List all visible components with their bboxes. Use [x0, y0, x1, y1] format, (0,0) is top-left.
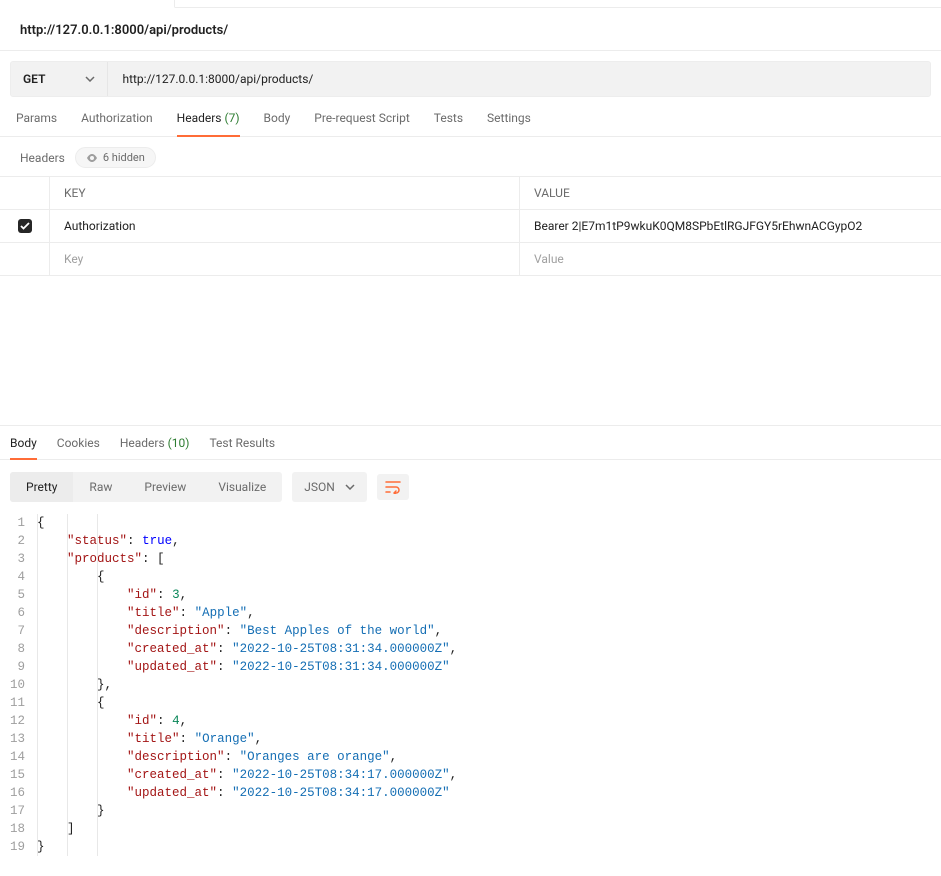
- eye-icon: [86, 154, 98, 162]
- hidden-count-label: 6 hidden: [103, 151, 145, 164]
- table-row-empty: Key Value: [0, 243, 941, 276]
- view-visualize-button[interactable]: Visualize: [202, 472, 282, 502]
- col-value: VALUE: [520, 177, 941, 209]
- url-input[interactable]: http://127.0.0.1:8000/api/products/: [108, 62, 930, 96]
- format-select[interactable]: JSON: [292, 472, 367, 502]
- response-tab-cookies[interactable]: Cookies: [57, 436, 100, 459]
- header-key-input[interactable]: Authorization: [50, 210, 520, 242]
- request-title: http://127.0.0.1:8000/api/products/: [0, 8, 941, 51]
- chevron-down-icon: [85, 76, 95, 82]
- view-raw-button[interactable]: Raw: [73, 472, 128, 502]
- response-headers-label: Headers: [120, 436, 165, 450]
- tab-params[interactable]: Params: [16, 111, 57, 136]
- chevron-down-icon: [345, 484, 355, 490]
- response-tab-test-results[interactable]: Test Results: [209, 436, 275, 459]
- tab-body[interactable]: Body: [264, 111, 291, 136]
- line-gutter: 12345678910111213141516171819: [10, 514, 37, 856]
- tab-headers-count: (7): [224, 111, 239, 125]
- response-body[interactable]: 12345678910111213141516171819 { "status"…: [0, 508, 941, 876]
- hidden-toggle[interactable]: 6 hidden: [75, 147, 156, 168]
- tab-tests[interactable]: Tests: [434, 111, 463, 136]
- table-row: Authorization Bearer 2|E7m1tP9wkuK0QM8SP…: [0, 210, 941, 243]
- format-value: JSON: [304, 480, 335, 494]
- request-body-spacer: [0, 276, 941, 426]
- method-select[interactable]: GET: [11, 62, 108, 96]
- wrap-lines-button[interactable]: [377, 474, 409, 500]
- response-tab-body[interactable]: Body: [10, 436, 37, 460]
- header-value-input[interactable]: Bearer 2|E7m1tP9wkuK0QM8SPbEtlRGJFGY5rEh…: [520, 210, 941, 242]
- view-preview-button[interactable]: Preview: [128, 472, 202, 502]
- tab-settings[interactable]: Settings: [487, 111, 531, 136]
- tab-bar: [0, 0, 941, 8]
- view-toolbar: Pretty Raw Preview Visualize JSON: [0, 460, 941, 508]
- tab-prerequest[interactable]: Pre-request Script: [314, 111, 409, 136]
- response-tabs: Body Cookies Headers (10) Test Results: [0, 426, 941, 460]
- method-value: GET: [23, 72, 45, 86]
- col-key: KEY: [50, 177, 520, 209]
- headers-sub-bar: Headers 6 hidden: [0, 137, 941, 176]
- active-editor-tab[interactable]: [0, 0, 175, 8]
- headers-table: KEY VALUE Authorization Bearer 2|E7m1tP9…: [0, 176, 941, 276]
- view-mode-group: Pretty Raw Preview Visualize: [10, 472, 282, 502]
- row-checkbox[interactable]: [18, 219, 32, 233]
- header-value-placeholder[interactable]: Value: [520, 243, 941, 275]
- code-content: { "status": true, "products": [ { "id": …: [37, 514, 457, 856]
- view-pretty-button[interactable]: Pretty: [10, 472, 73, 502]
- tab-authorization[interactable]: Authorization: [81, 111, 153, 136]
- headers-sub-label: Headers: [20, 151, 65, 165]
- request-bar: GET http://127.0.0.1:8000/api/products/: [10, 61, 931, 97]
- tab-headers-label: Headers: [177, 111, 222, 125]
- response-headers-count: (10): [168, 436, 190, 450]
- header-key-placeholder[interactable]: Key: [50, 243, 520, 275]
- response-tab-headers[interactable]: Headers (10): [120, 436, 190, 459]
- wrap-icon: [385, 480, 401, 494]
- request-tabs: Params Authorization Headers (7) Body Pr…: [0, 97, 941, 137]
- headers-table-header-row: KEY VALUE: [0, 177, 941, 210]
- tab-headers[interactable]: Headers (7): [177, 111, 240, 137]
